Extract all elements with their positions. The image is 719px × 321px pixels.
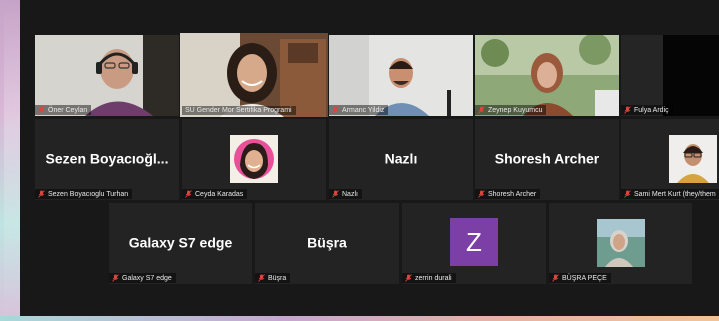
name-label: Öner Ceylan — [35, 105, 92, 115]
video-fulya — [621, 35, 719, 116]
muted-mic-icon — [624, 106, 631, 114]
tile-fulya[interactable]: Fulya Ardiç — [621, 35, 719, 116]
participant-display-name: Galaxy S7 edge — [128, 233, 233, 250]
name-label: Ceyda Karadas — [182, 189, 248, 199]
muted-mic-icon — [185, 190, 192, 198]
participant-name: Sami Mert Kurt (they/them — [634, 190, 716, 198]
participant-display-name: Büşra — [307, 233, 347, 250]
participant-name: Öner Ceylan — [48, 106, 88, 114]
name-label: Zeynep Kuyumcu — [475, 105, 547, 115]
video-zeynep — [475, 35, 619, 116]
tile-busra[interactable]: Büşra Büşra — [255, 203, 399, 284]
name-label: Fulya Ardiç — [621, 105, 673, 115]
muted-mic-icon — [478, 190, 485, 198]
muted-mic-icon — [258, 274, 265, 282]
tile-zerrin[interactable]: Z zerrin durali — [402, 203, 546, 284]
video-oner — [35, 35, 179, 116]
video-armanc — [329, 35, 473, 116]
name-label: Sezen Boyacıoglu Turhan — [35, 189, 133, 199]
avatar — [669, 135, 717, 183]
participant-name: Galaxy S7 edge — [122, 274, 172, 282]
tile-galaxy[interactable]: Galaxy S7 edge Galaxy S7 edge — [109, 203, 252, 284]
tile-nazli[interactable]: Nazlı Nazlı — [329, 119, 473, 200]
name-label: Galaxy S7 edge — [109, 273, 176, 283]
video-su-gender — [180, 33, 328, 117]
tile-sami[interactable]: Sami Mert Kurt (they/them — [621, 119, 719, 200]
muted-mic-icon — [332, 106, 339, 114]
participant-name: Nazlı — [342, 190, 358, 198]
muted-mic-icon — [38, 106, 45, 114]
muted-mic-icon — [478, 106, 485, 114]
participant-name: Büşra — [268, 274, 287, 282]
avatar — [230, 135, 278, 183]
desktop-background-bottom — [0, 316, 719, 321]
participant-name: Sezen Boyacıoglu Turhan — [48, 190, 129, 198]
name-label: Armanc Yildiz — [329, 105, 389, 115]
avatar: Z — [450, 218, 498, 266]
name-label: BÜŞRA PEÇE — [549, 273, 611, 283]
avatar — [597, 219, 645, 267]
muted-mic-icon — [624, 190, 631, 198]
muted-mic-icon — [38, 190, 45, 198]
desktop-background-left — [0, 0, 20, 321]
tile-su-gender[interactable]: SU Gender Mor Sertifika Programi — [180, 33, 328, 117]
name-label: zerrin durali — [402, 273, 456, 283]
tile-zeynep[interactable]: Zeynep Kuyumcu — [475, 35, 619, 116]
participant-name: Shoresh Archer — [488, 190, 537, 198]
participant-name: Ceyda Karadas — [195, 190, 244, 198]
participant-name: Armanc Yildiz — [342, 106, 385, 114]
name-label: SU Gender Mor Sertifika Programi — [182, 106, 296, 115]
participant-name: Fulya Ardiç — [634, 106, 669, 114]
video-gallery: Öner Ceylan SU Gender Mor Sertifika Prog… — [20, 0, 719, 316]
muted-mic-icon — [332, 190, 339, 198]
participant-name: SU Gender Mor Sertifika Programi — [185, 107, 292, 114]
tile-armanc[interactable]: Armanc Yildiz — [329, 35, 473, 116]
tile-busra-pece[interactable]: BÜŞRA PEÇE — [549, 203, 692, 284]
participant-name: Zeynep Kuyumcu — [488, 106, 543, 114]
tile-oner[interactable]: Öner Ceylan — [35, 35, 179, 116]
participant-display-name: Sezen Boyacıoğl... — [45, 149, 169, 166]
tile-sezen[interactable]: Sezen Boyacıoğl... Sezen Boyacıoglu Turh… — [35, 119, 179, 200]
name-label: Büşra — [255, 273, 291, 283]
muted-mic-icon — [405, 274, 412, 282]
tile-ceyda[interactable]: Ceyda Karadas — [182, 119, 326, 200]
tile-shoresh[interactable]: Shoresh Archer Shoresh Archer — [475, 119, 619, 200]
name-label: Shoresh Archer — [475, 189, 541, 199]
participant-name: zerrin durali — [415, 274, 452, 282]
name-label: Sami Mert Kurt (they/them — [621, 189, 719, 199]
participant-name: BÜŞRA PEÇE — [562, 274, 607, 282]
name-label: Nazlı — [329, 189, 362, 199]
muted-mic-icon — [552, 274, 559, 282]
avatar-initial: Z — [466, 226, 482, 257]
muted-mic-icon — [112, 274, 119, 282]
participant-display-name: Nazlı — [384, 149, 418, 166]
participant-display-name: Shoresh Archer — [494, 149, 600, 166]
